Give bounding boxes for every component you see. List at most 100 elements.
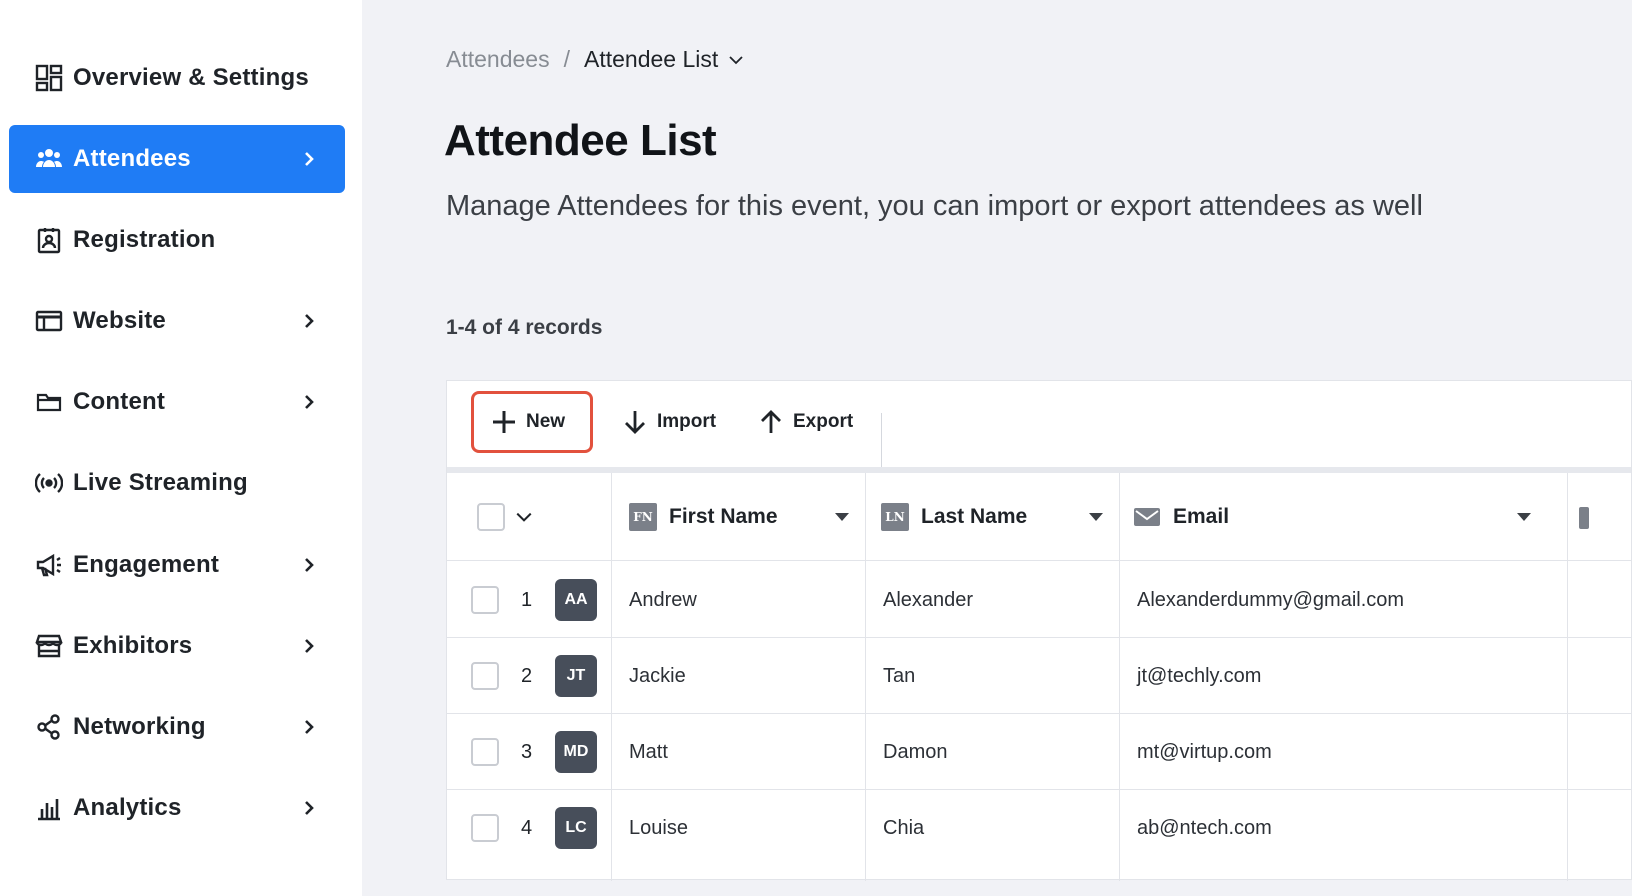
- sidebar: Overview & Settings Attendees Registrati…: [0, 0, 362, 896]
- breadcrumb-current-label: Attendee List: [583, 46, 719, 72]
- row-number: 3: [521, 740, 533, 763]
- row-number: 4: [521, 816, 533, 839]
- next-column-icon: [1579, 507, 1589, 529]
- megaphone-icon: [35, 551, 63, 579]
- table-row[interactable]: 4 LC Louise Chia ab@ntech.com: [447, 790, 1631, 866]
- sidebar-item-website[interactable]: Website: [9, 287, 345, 355]
- sidebar-item-analytics[interactable]: Analytics: [9, 774, 345, 842]
- sidebar-item-label: Attendees: [73, 145, 191, 172]
- last-name-cell: Alexander: [883, 588, 974, 611]
- column-header-first-name[interactable]: FN First Name: [629, 473, 865, 561]
- avatar: LC: [555, 807, 597, 849]
- chevron-down-icon: [729, 55, 743, 64]
- sidebar-item-label: Website: [73, 307, 166, 334]
- first-name-cell: Jackie: [629, 664, 686, 687]
- sidebar-item-overview-settings[interactable]: Overview & Settings: [9, 44, 345, 112]
- table-row[interactable]: 1 AA Andrew Alexander Alexanderdummy@gma…: [447, 562, 1631, 638]
- storefront-icon: [35, 632, 63, 660]
- avatar: AA: [555, 579, 597, 621]
- chevron-right-icon: [299, 717, 319, 737]
- email-cell: mt@virtup.com: [1137, 740, 1272, 763]
- sort-caret-icon[interactable]: [1089, 513, 1103, 521]
- folder-icon: [35, 388, 63, 416]
- share-nodes-icon: [35, 713, 63, 741]
- avatar: JT: [555, 655, 597, 697]
- chevron-right-icon: [299, 636, 319, 656]
- row-number: 2: [521, 664, 533, 687]
- dashboard-icon: [35, 64, 63, 92]
- sidebar-item-exhibitors[interactable]: Exhibitors: [9, 612, 345, 680]
- row-checkbox[interactable]: [471, 814, 499, 842]
- breadcrumb-current-dropdown[interactable]: Attendee List: [584, 46, 744, 73]
- sidebar-item-attendees[interactable]: Attendees: [9, 125, 345, 193]
- column-header-last-name[interactable]: LN Last Name: [881, 473, 1119, 561]
- sidebar-item-engagement[interactable]: Engagement: [9, 531, 345, 599]
- sidebar-item-live-streaming[interactable]: Live Streaming: [9, 449, 345, 517]
- chevron-right-icon: [299, 392, 319, 412]
- sidebar-item-label: Analytics: [73, 794, 182, 821]
- sidebar-item-label: Registration: [73, 226, 216, 253]
- breadcrumb-root-link[interactable]: Attendees: [446, 46, 550, 73]
- row-checkbox[interactable]: [471, 738, 499, 766]
- browser-window-icon: [35, 307, 63, 335]
- bar-chart-icon: [35, 794, 63, 822]
- select-all-checkbox[interactable]: [477, 503, 505, 531]
- first-name-badge-icon: FN: [629, 503, 657, 531]
- last-name-badge-icon: LN: [881, 503, 909, 531]
- chevron-right-icon: [299, 555, 319, 575]
- record-count: 1-4 of 4 records: [446, 316, 603, 339]
- import-button[interactable]: Import: [621, 391, 716, 453]
- first-name-cell: Louise: [629, 816, 688, 839]
- page-description: Manage Attendees for this event, you can…: [446, 190, 1423, 222]
- chevron-down-icon[interactable]: [515, 508, 533, 526]
- avatar: MD: [555, 731, 597, 773]
- sidebar-item-registration[interactable]: Registration: [9, 206, 345, 274]
- sidebar-item-label: Overview & Settings: [73, 64, 309, 91]
- new-button-label: New: [526, 411, 566, 432]
- envelope-icon: [1134, 508, 1160, 526]
- sidebar-item-label: Engagement: [73, 551, 220, 578]
- sidebar-item-label: Exhibitors: [73, 632, 193, 659]
- badge-icon: [35, 226, 63, 254]
- sidebar-item-content[interactable]: Content: [9, 368, 345, 436]
- select-all-control: [477, 473, 533, 561]
- plus-icon: [493, 411, 515, 433]
- export-button[interactable]: Export: [757, 391, 853, 453]
- email-cell: ab@ntech.com: [1137, 816, 1272, 839]
- breadcrumb-separator: /: [563, 46, 570, 72]
- table-toolbar: New Import Export: [447, 381, 1631, 473]
- chevron-right-icon: [299, 798, 319, 818]
- last-name-cell: Tan: [883, 664, 916, 687]
- chevron-right-icon: [299, 149, 319, 169]
- column-header-label: Email: [1173, 505, 1230, 528]
- email-cell: jt@techly.com: [1137, 664, 1262, 687]
- page-title: Attendee List: [444, 116, 717, 165]
- arrow-up-icon: [761, 410, 781, 433]
- table-row[interactable]: 2 JT Jackie Tan jt@techly.com: [447, 638, 1631, 714]
- table-header: FN First Name LN Last Name Email: [447, 473, 1631, 561]
- broadcast-icon: [35, 469, 63, 497]
- column-header-label: Last Name: [921, 505, 1028, 528]
- arrow-down-icon: [625, 411, 645, 434]
- import-button-label: Import: [657, 411, 717, 432]
- sort-caret-icon[interactable]: [1517, 513, 1531, 521]
- row-checkbox[interactable]: [471, 662, 499, 690]
- sidebar-item-label: Networking: [73, 713, 206, 740]
- first-name-cell: Andrew: [629, 588, 697, 611]
- last-name-cell: Damon: [883, 740, 948, 763]
- new-button[interactable]: New: [471, 391, 593, 453]
- toolbar-divider: [881, 413, 882, 467]
- export-button-label: Export: [793, 411, 854, 432]
- email-cell: Alexanderdummy@gmail.com: [1137, 588, 1405, 611]
- row-number: 1: [521, 588, 533, 611]
- breadcrumb: Attendees / Attendee List: [446, 46, 744, 73]
- users-icon: [35, 145, 63, 173]
- row-checkbox[interactable]: [471, 586, 499, 614]
- column-header-email[interactable]: Email: [1133, 473, 1567, 561]
- table-row[interactable]: 3 MD Matt Damon mt@virtup.com: [447, 714, 1631, 790]
- sidebar-item-label: Content: [73, 388, 166, 415]
- sidebar-item-networking[interactable]: Networking: [9, 693, 345, 761]
- last-name-cell: Chia: [883, 816, 925, 839]
- sort-caret-icon[interactable]: [835, 513, 849, 521]
- attendee-table-card: New Import Export FN First Name LN Last …: [446, 380, 1632, 881]
